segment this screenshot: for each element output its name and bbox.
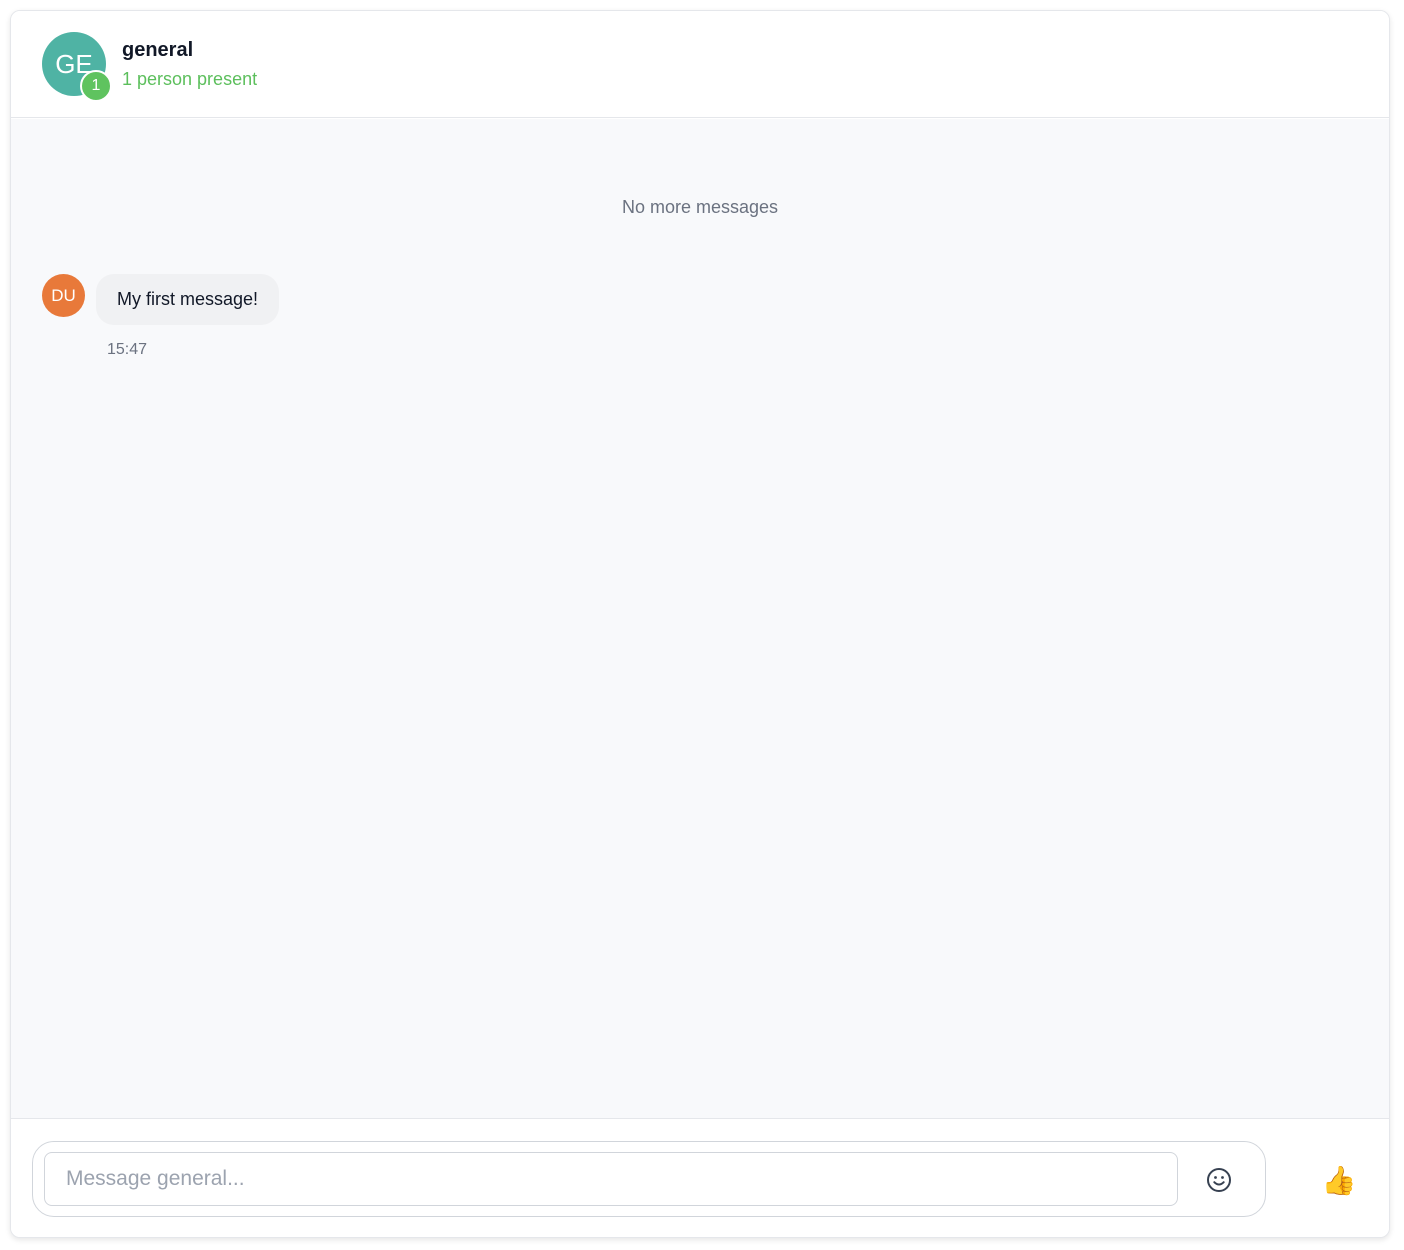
room-title: general [122, 39, 194, 61]
composer-box [32, 1141, 1266, 1217]
presence-status: 1 person present [122, 69, 258, 89]
message-list[interactable]: No more messages DU My first message! 15… [11, 119, 1389, 1119]
chat-header: GE 1 general 1 person present [11, 11, 1389, 118]
message-bubble[interactable]: My first message! [96, 274, 280, 325]
chat-window: GE 1 general 1 person present No more me… [10, 10, 1390, 1238]
thumbs-up-icon[interactable]: 👍 [1319, 1161, 1359, 1201]
author-avatar[interactable]: DU [42, 274, 85, 317]
composer-bar: 👍 [11, 1118, 1389, 1237]
smiley-icon [1207, 1168, 1231, 1192]
emoji-button[interactable] [1201, 1162, 1237, 1198]
presence-count-badge: 1 [80, 70, 112, 102]
no-more-messages-label: No more messages [621, 197, 779, 217]
message-timestamp: 15:47 [107, 341, 148, 358]
message-input[interactable] [44, 1152, 1178, 1206]
